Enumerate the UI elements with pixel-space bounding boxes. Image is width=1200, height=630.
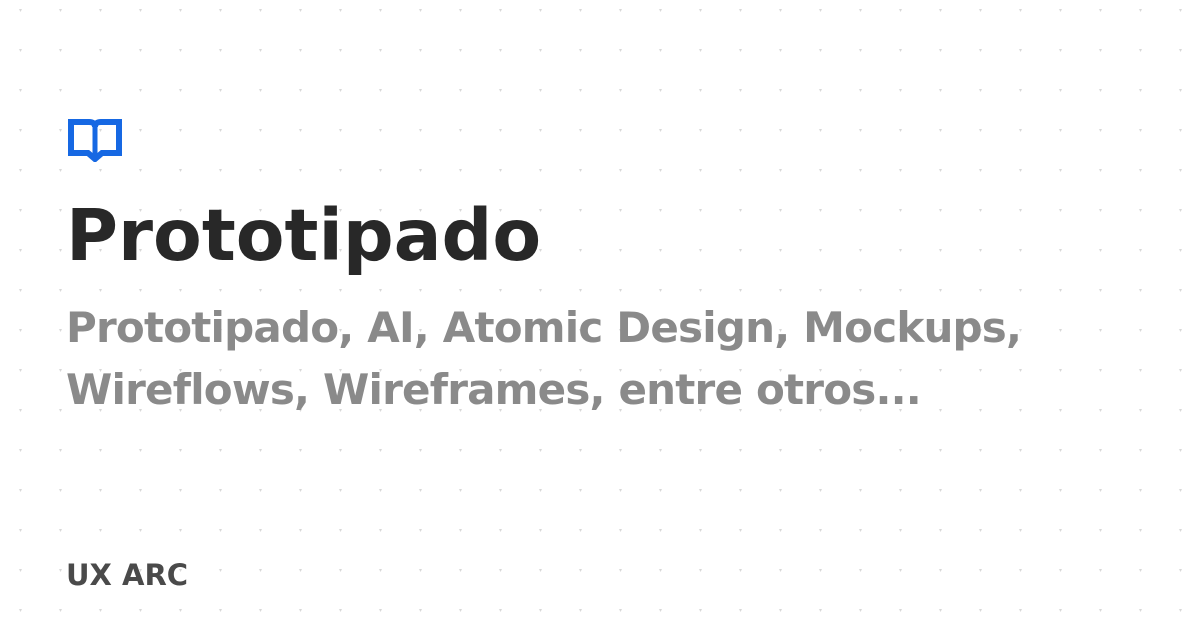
page-title: Prototipado	[66, 194, 542, 277]
subtitle-line: Wireflows, Wireframes, entre otros...	[66, 365, 922, 414]
page-subtitle: Prototipado, AI, Atomic Design, Mockups,…	[66, 297, 1146, 421]
brand-name: UX ARC	[66, 558, 189, 592]
book-open-icon	[68, 119, 122, 162]
card-content: Prototipado Prototipado, AI, Atomic Desi…	[66, 0, 1140, 630]
subtitle-line: Prototipado, AI, Atomic Design, Mockups,	[66, 303, 1022, 352]
